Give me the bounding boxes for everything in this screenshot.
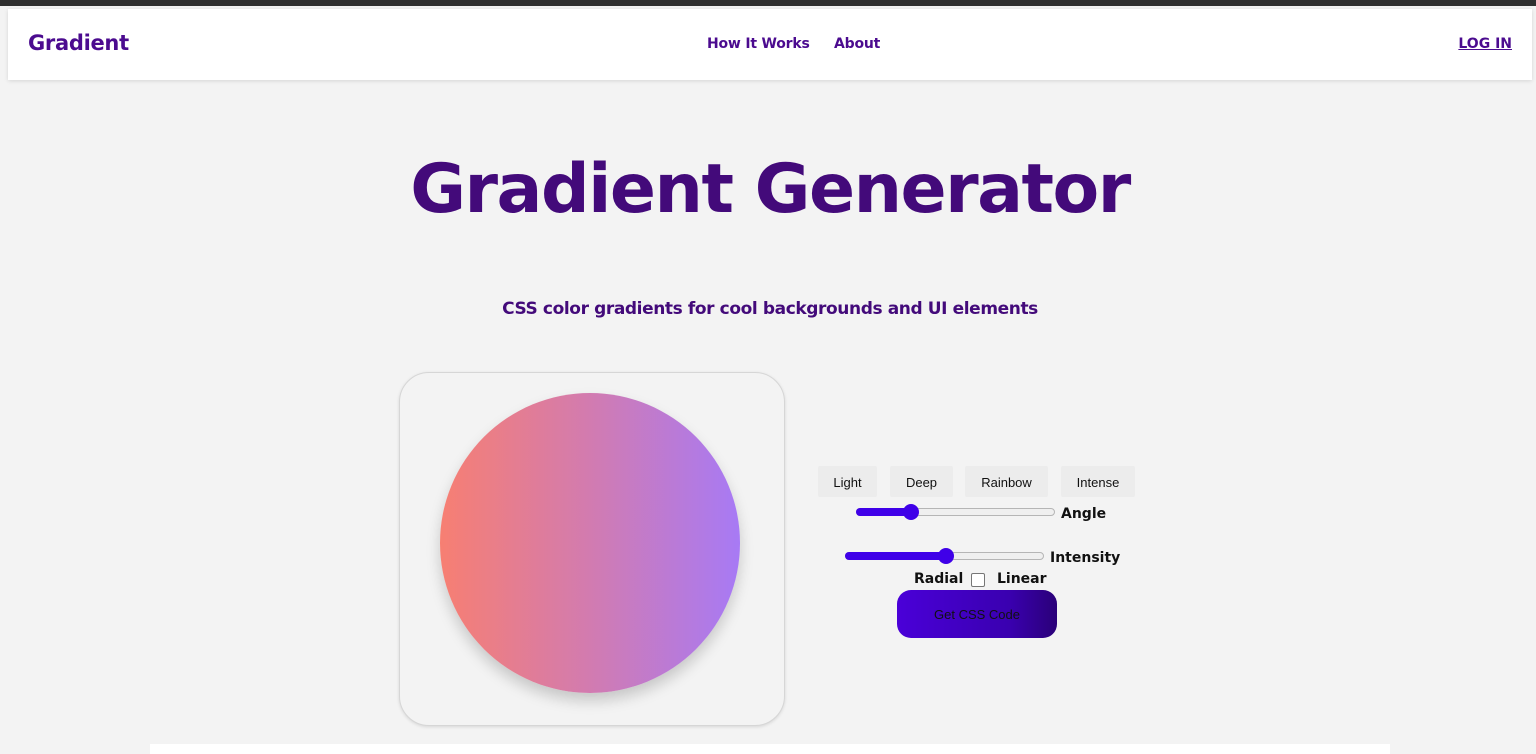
- angle-slider[interactable]: [856, 504, 1055, 520]
- brand-logo[interactable]: Gradient: [28, 31, 129, 55]
- radial-label: Radial: [914, 571, 964, 587]
- linear-label: Linear: [997, 571, 1047, 587]
- nav-link-about[interactable]: About: [834, 36, 880, 52]
- nav-link-how-it-works[interactable]: How It Works: [707, 36, 810, 52]
- page-subtitle: CSS color gradients for cool backgrounds…: [502, 299, 1038, 319]
- page-title: Gradient Generator: [410, 150, 1131, 229]
- window-top-strip: [0, 0, 1536, 6]
- angle-label: Angle: [1061, 506, 1107, 522]
- intensity-slider[interactable]: [845, 548, 1044, 564]
- preset-rainbow-button[interactable]: Rainbow: [965, 466, 1048, 497]
- intensity-slider-thumb[interactable]: [938, 548, 954, 564]
- gradient-preview-card: [399, 372, 785, 726]
- linear-checkbox[interactable]: [971, 573, 985, 587]
- angle-slider-thumb[interactable]: [903, 504, 919, 520]
- angle-slider-fill: [856, 508, 910, 516]
- login-link[interactable]: LOG IN: [1458, 36, 1512, 52]
- preset-light-button[interactable]: Light: [818, 466, 877, 497]
- intensity-label: Intensity: [1050, 550, 1121, 566]
- intensity-slider-fill: [845, 552, 945, 560]
- gradient-preview-circle: [440, 393, 740, 693]
- get-css-code-button[interactable]: Get CSS Code: [897, 590, 1057, 638]
- preset-intense-button[interactable]: Intense: [1061, 466, 1135, 497]
- navbar: Gradient How It Works About LOG IN: [8, 9, 1532, 80]
- output-panel: [150, 744, 1390, 754]
- preset-deep-button[interactable]: Deep: [890, 466, 953, 497]
